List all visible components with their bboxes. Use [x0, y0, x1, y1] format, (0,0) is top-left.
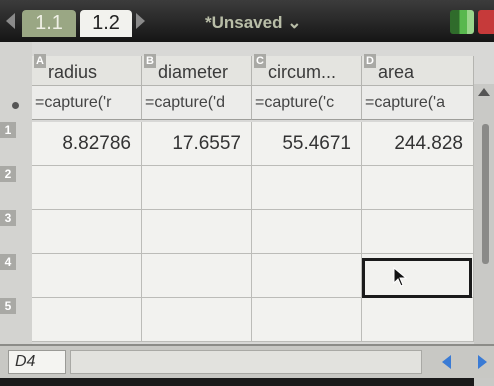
- cell-b4[interactable]: [142, 254, 252, 298]
- cell-c1[interactable]: 55.4671: [252, 122, 362, 166]
- calculator-screen: 1.1 1.2 *Unsaved ⌄ A radius B diameter C…: [0, 0, 494, 386]
- tab-1-2[interactable]: 1.2: [80, 10, 132, 37]
- cell-c4[interactable]: [252, 254, 362, 298]
- column-header-c[interactable]: C circum...: [252, 54, 362, 86]
- cell-a3[interactable]: [32, 210, 142, 254]
- tab-right-arrow-icon[interactable]: [136, 13, 145, 29]
- cell-reference: D4: [8, 350, 66, 374]
- row-number: 4: [0, 254, 16, 270]
- formula-cell-a[interactable]: =capture('r: [32, 86, 142, 120]
- row-number: 1: [0, 122, 16, 138]
- cell-b1[interactable]: 17.6557: [142, 122, 252, 166]
- document-title: *Unsaved ⌄: [205, 13, 302, 32]
- cell-a1[interactable]: 8.82786: [32, 122, 142, 166]
- spreadsheet-grid: A radius B diameter C circum... D area =…: [0, 42, 494, 386]
- column-name: radius: [48, 62, 98, 82]
- cell-d1[interactable]: 244.828: [362, 122, 474, 166]
- cell-d3[interactable]: [362, 210, 474, 254]
- cell-a5[interactable]: [32, 298, 142, 342]
- cell-b5[interactable]: [142, 298, 252, 342]
- cell-b3[interactable]: [142, 210, 252, 254]
- formula-row-indicator-icon: [12, 102, 19, 109]
- cell-d5[interactable]: [362, 298, 474, 342]
- pointer-cursor-icon: [393, 267, 408, 287]
- column-name: area: [378, 62, 415, 82]
- nav-right-icon[interactable]: [478, 355, 487, 369]
- cell-c2[interactable]: [252, 166, 362, 210]
- row-number: 2: [0, 166, 16, 182]
- row-number: 5: [0, 298, 16, 314]
- top-bar: 1.1 1.2 *Unsaved ⌄: [0, 0, 494, 42]
- scroll-thumb[interactable]: [482, 124, 489, 264]
- column-header-a[interactable]: A radius: [32, 54, 142, 86]
- cell-a4[interactable]: [32, 254, 142, 298]
- column-name: diameter: [158, 62, 229, 82]
- column-letter: B: [144, 54, 156, 68]
- row-number: 3: [0, 210, 16, 226]
- column-header-b[interactable]: B diameter: [142, 54, 252, 86]
- scroll-up-arrow-icon[interactable]: [478, 88, 490, 96]
- tab-left-arrow-icon[interactable]: [6, 13, 15, 29]
- formula-cell-c[interactable]: =capture('c: [252, 86, 362, 120]
- entry-line-bar: D4: [0, 344, 494, 378]
- cell-b2[interactable]: [142, 166, 252, 210]
- column-name: circum...: [268, 62, 337, 82]
- row-header-5[interactable]: 5: [0, 298, 32, 342]
- row-header-2[interactable]: 2: [0, 166, 32, 210]
- cell-c5[interactable]: [252, 298, 362, 342]
- nav-left-icon[interactable]: [442, 355, 451, 369]
- vertical-scrollbar[interactable]: [474, 84, 494, 386]
- column-letter: C: [254, 54, 266, 68]
- entry-line-input[interactable]: [70, 350, 422, 374]
- row-header-1[interactable]: 1: [0, 122, 32, 166]
- cell-a2[interactable]: [32, 166, 142, 210]
- status-badge: [478, 10, 494, 34]
- row-header-3[interactable]: 3: [0, 210, 32, 254]
- row-header-4[interactable]: 4: [0, 254, 32, 298]
- formula-cell-d[interactable]: =capture('a: [362, 86, 474, 120]
- column-letter: D: [364, 54, 376, 68]
- cell-c3[interactable]: [252, 210, 362, 254]
- tab-1-1[interactable]: 1.1: [22, 10, 76, 37]
- battery-icon: [450, 10, 474, 34]
- selected-cell-highlight[interactable]: [362, 258, 472, 298]
- cell-d2[interactable]: [362, 166, 474, 210]
- column-letter: A: [34, 54, 46, 68]
- formula-cell-b[interactable]: =capture('d: [142, 86, 252, 120]
- column-header-d[interactable]: D area: [362, 54, 474, 86]
